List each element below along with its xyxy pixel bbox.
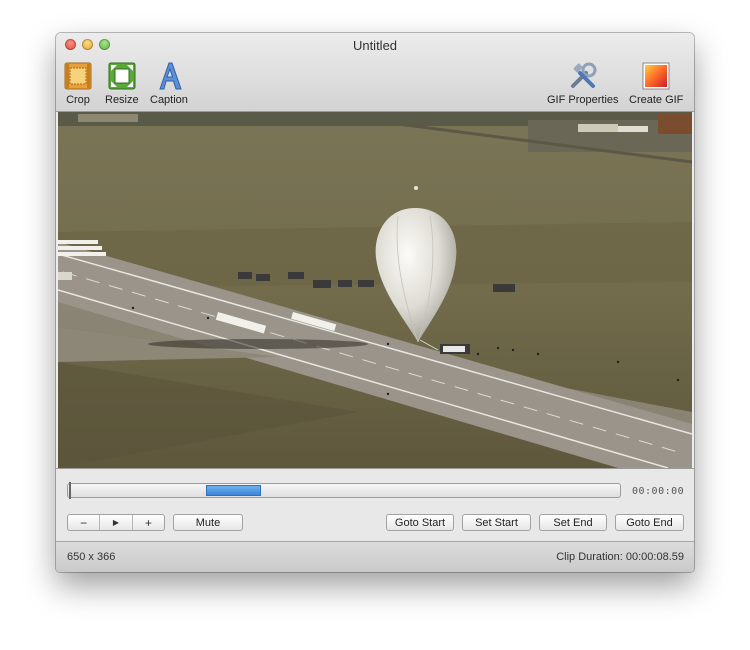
set-end-button[interactable]: Set End bbox=[539, 514, 607, 531]
create-gif-label: Create GIF bbox=[629, 94, 684, 106]
resize-icon bbox=[108, 62, 136, 90]
clip-duration: Clip Duration: 00:00:08.59 bbox=[556, 551, 684, 563]
gif-properties-button[interactable]: GIF Properties bbox=[547, 61, 619, 106]
goto-end-button[interactable]: Goto End bbox=[615, 514, 684, 531]
zoom-in-button[interactable]: + bbox=[131, 515, 164, 530]
video-frame-image bbox=[58, 112, 692, 468]
window-title: Untitled bbox=[352, 38, 398, 53]
tools-icon bbox=[570, 62, 597, 88]
mute-button[interactable]: Mute bbox=[173, 514, 243, 531]
title-bar: Untitled Crop Resize Caption GIF Propert… bbox=[56, 33, 694, 112]
gif-properties-label: GIF Properties bbox=[547, 94, 619, 106]
app-window: Untitled Crop Resize Caption GIF Propert… bbox=[56, 33, 694, 572]
caption-label: Caption bbox=[150, 94, 188, 106]
crop-button[interactable]: Crop bbox=[63, 61, 93, 106]
playback-segmented-control: − ▶ + bbox=[67, 514, 165, 531]
playback-controls: 00:00:00 − ▶ + Mute Goto Start Set Start… bbox=[56, 468, 694, 541]
zoom-out-button[interactable]: − bbox=[68, 515, 99, 530]
crop-label: Crop bbox=[66, 94, 90, 106]
set-start-button[interactable]: Set Start bbox=[462, 514, 531, 531]
resize-label: Resize bbox=[105, 94, 139, 106]
goto-start-button[interactable]: Goto Start bbox=[386, 514, 454, 531]
create-gif-button[interactable]: Create GIF bbox=[629, 61, 683, 106]
caption-button[interactable]: Caption bbox=[150, 61, 188, 106]
status-bar: 650 x 366 Clip Duration: 00:00:08.59 bbox=[56, 541, 694, 572]
timecode-display: 00:00:00 bbox=[632, 486, 685, 497]
play-button[interactable]: ▶ bbox=[99, 515, 131, 530]
video-preview[interactable] bbox=[58, 112, 692, 468]
frame-dimensions: 650 x 366 bbox=[67, 551, 116, 563]
crop-icon bbox=[64, 62, 92, 90]
playhead[interactable] bbox=[69, 482, 71, 499]
timeline-scrubber[interactable] bbox=[67, 482, 621, 499]
gif-image-icon bbox=[642, 62, 670, 90]
resize-button[interactable]: Resize bbox=[105, 61, 139, 106]
caption-icon bbox=[159, 62, 182, 90]
clip-selection-range[interactable] bbox=[206, 485, 261, 496]
play-icon: ▶ bbox=[112, 518, 120, 527]
